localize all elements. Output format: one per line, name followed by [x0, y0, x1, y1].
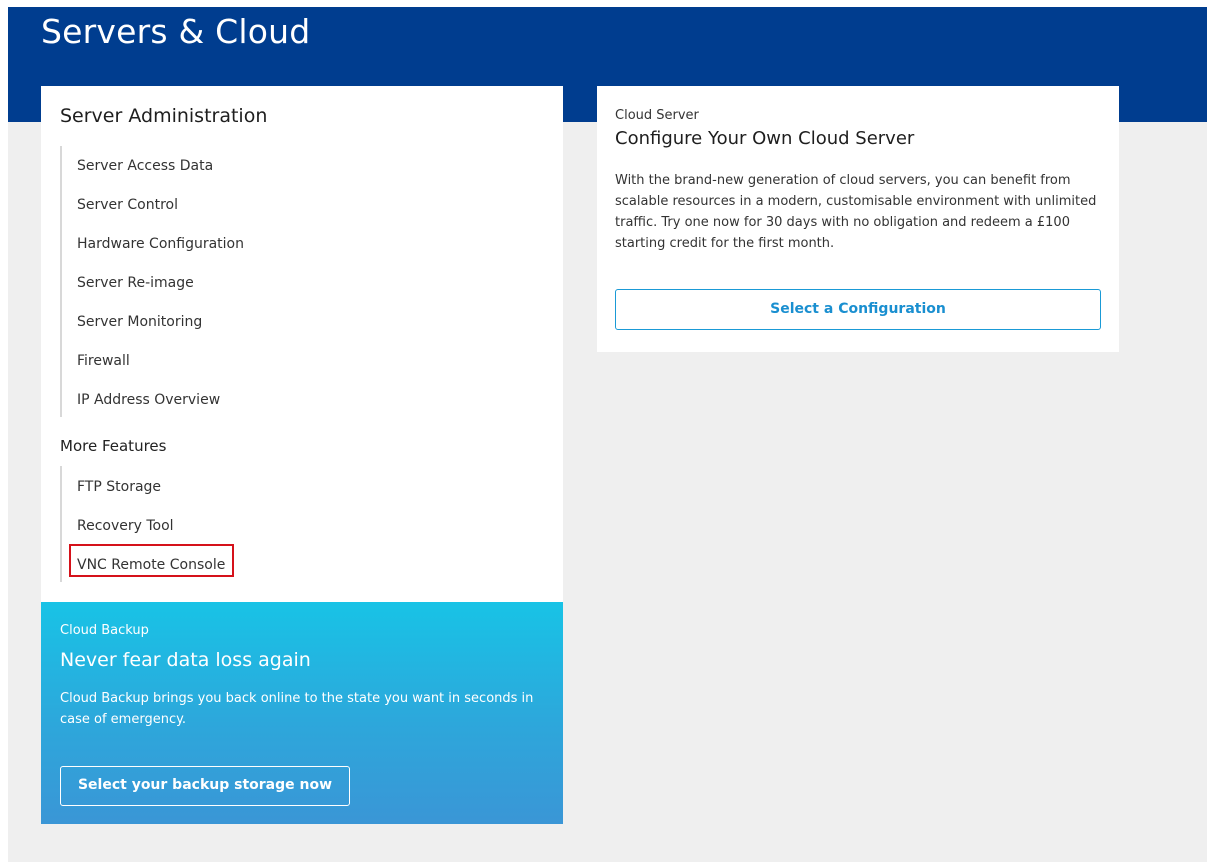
nav-item-server-control[interactable]: Server Control: [77, 196, 178, 214]
nav-item-server-re-image[interactable]: Server Re-image: [77, 274, 194, 292]
nav-item-ip-address-overview[interactable]: IP Address Overview: [77, 391, 220, 409]
server-administration-nav: [60, 146, 62, 417]
nav-item-server-access-data[interactable]: Server Access Data: [77, 157, 213, 175]
select-backup-storage-button[interactable]: Select your backup storage now: [60, 766, 350, 806]
cloud-backup-heading: Never fear data loss again: [60, 649, 311, 671]
page-title: Servers & Cloud: [41, 12, 311, 51]
nav-item-firewall[interactable]: Firewall: [77, 352, 130, 370]
more-features-nav: [60, 466, 62, 582]
cloud-backup-kicker: Cloud Backup: [60, 623, 149, 638]
server-administration-title: Server Administration: [60, 105, 268, 127]
more-features-title: More Features: [60, 437, 167, 455]
select-configuration-button[interactable]: Select a Configuration: [615, 289, 1101, 330]
nav-item-recovery-tool[interactable]: Recovery Tool: [77, 517, 174, 535]
nav-item-server-monitoring[interactable]: Server Monitoring: [77, 313, 202, 331]
cloud-server-card: Cloud Server Configure Your Own Cloud Se…: [597, 86, 1119, 352]
highlight-box: [69, 544, 234, 577]
cloud-server-description: With the brand-new generation of cloud s…: [615, 173, 1097, 251]
server-administration-card: Server Administration Server Access Data…: [41, 86, 563, 602]
cloud-server-heading: Configure Your Own Cloud Server: [615, 128, 915, 149]
cloud-server-kicker: Cloud Server: [615, 108, 699, 123]
nav-item-ftp-storage[interactable]: FTP Storage: [77, 478, 161, 496]
cloud-backup-card: Cloud Backup Never fear data loss again …: [41, 602, 563, 824]
nav-item-hardware-configuration[interactable]: Hardware Configuration: [77, 235, 244, 253]
cloud-backup-description: Cloud Backup brings you back online to t…: [60, 691, 534, 727]
